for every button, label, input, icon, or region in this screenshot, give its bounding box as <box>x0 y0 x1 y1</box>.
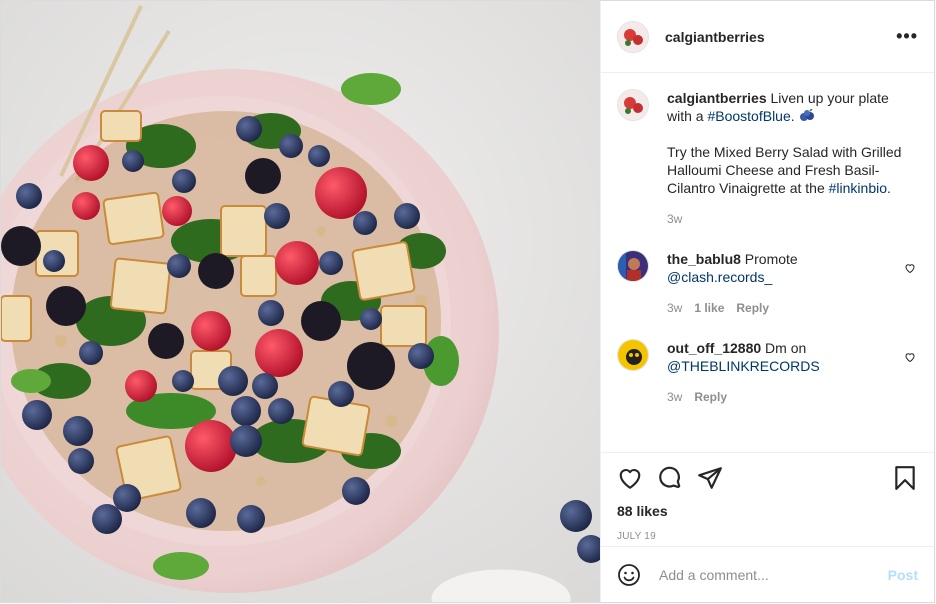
share-icon[interactable] <box>697 465 723 491</box>
avatar[interactable] <box>617 89 649 121</box>
avatar[interactable] <box>617 339 649 371</box>
mention-link[interactable]: @clash.records_ <box>667 269 772 285</box>
more-icon[interactable]: ••• <box>896 26 918 47</box>
comment-username[interactable]: the_bablu8 <box>667 251 741 267</box>
comment-time[interactable]: 3w <box>667 390 682 404</box>
comment-likes[interactable]: 1 like <box>694 301 724 315</box>
post-username[interactable]: calgiantberries <box>665 29 765 45</box>
post-date[interactable]: JULY 19 <box>617 531 918 542</box>
avatar[interactable] <box>617 250 649 282</box>
reply-button[interactable]: Reply <box>694 390 727 404</box>
reply-button[interactable]: Reply <box>736 301 769 315</box>
like-comment-heart-icon[interactable] <box>904 262 916 274</box>
post-comment-button[interactable]: Post <box>888 567 918 583</box>
post-dialog: calgiantberries ••• calgiantberries Live… <box>0 0 935 603</box>
emoji-icon[interactable] <box>617 563 641 587</box>
comment-item: out_off_12880 Dm on @THEBLINKRECORDS 3w R… <box>617 339 918 406</box>
post-header: calgiantberries ••• <box>601 1 934 73</box>
bookmark-icon[interactable] <box>892 465 918 491</box>
comment-text: out_off_12880 Dm on @THEBLINKRECORDS <box>667 340 820 374</box>
comment-text: the_bablu8 Promote @clash.records_ <box>667 251 798 285</box>
comment-input[interactable] <box>657 565 888 584</box>
caption-time[interactable]: 3w <box>667 212 682 226</box>
comments-section: calgiantberries Liven up your plate with… <box>601 73 934 452</box>
caption-text: calgiantberries Liven up your plate with… <box>667 90 889 124</box>
post-sidebar: calgiantberries ••• calgiantberries Live… <box>600 1 934 602</box>
caption-text-2: Try the Mixed Berry Salad with Grilled H… <box>667 144 902 196</box>
comment-time[interactable]: 3w <box>667 301 682 315</box>
blueberries-emoji-icon <box>799 108 815 124</box>
caption: calgiantberries Liven up your plate with… <box>617 89 918 228</box>
comment-icon[interactable] <box>657 465 683 491</box>
comment-username[interactable]: out_off_12880 <box>667 340 761 356</box>
avatar[interactable] <box>617 20 649 53</box>
post-image[interactable] <box>1 1 600 602</box>
hashtag-link[interactable]: #BoostofBlue <box>707 108 790 124</box>
post-actions: 88 likes JULY 19 <box>601 452 934 546</box>
hashtag-link[interactable]: #linkinbio <box>829 180 887 196</box>
likes-count[interactable]: 88 likes <box>617 503 918 519</box>
add-comment-bar: Post <box>601 546 934 602</box>
like-comment-heart-icon[interactable] <box>904 351 916 363</box>
comment-item: the_bablu8 Promote @clash.records_ 3w 1 l… <box>617 250 918 317</box>
mention-link[interactable]: @THEBLINKRECORDS <box>667 358 820 374</box>
caption-username[interactable]: calgiantberries <box>667 90 767 106</box>
heart-icon[interactable] <box>617 465 643 491</box>
